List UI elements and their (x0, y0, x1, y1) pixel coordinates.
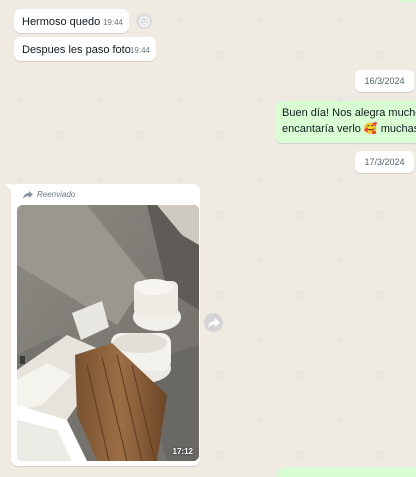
outgoing-message-line: encantaría verlo 🥰 muchas (282, 123, 416, 135)
message-bubble[interactable]: Hermoso quedo 19:44 (14, 9, 129, 33)
photo-time: 17:12 (172, 447, 193, 456)
bathroom-photo[interactable]: 17:12 (17, 205, 199, 461)
emoji-react-icon[interactable] (136, 13, 152, 29)
outgoing-message-bubble[interactable]: Buen día! Nos alegra mucho encantaría ve… (275, 101, 416, 143)
date-separator: 17/3/2024 (355, 151, 414, 173)
forwarded-label: Reenviado (23, 190, 75, 199)
date-separator: 16/3/2024 (355, 70, 414, 92)
outgoing-bubble-fragment (278, 467, 416, 477)
outgoing-message-line: Buen día! Nos alegra mucho (282, 107, 416, 119)
forward-icon[interactable] (204, 313, 223, 332)
forwarded-arrow-icon (23, 190, 33, 199)
message-text: Hermoso quedo (22, 16, 101, 28)
message-text: Despues les paso foto (22, 44, 131, 56)
message-time: 19:44 (129, 46, 150, 55)
message-bubble[interactable]: Despues les paso foto 19:44 (14, 37, 156, 61)
outgoing-bubble-fragment (397, 0, 416, 2)
forwarded-text: Reenviado (37, 190, 76, 199)
photo-image (17, 205, 199, 461)
message-time: 19:44 (102, 18, 123, 27)
